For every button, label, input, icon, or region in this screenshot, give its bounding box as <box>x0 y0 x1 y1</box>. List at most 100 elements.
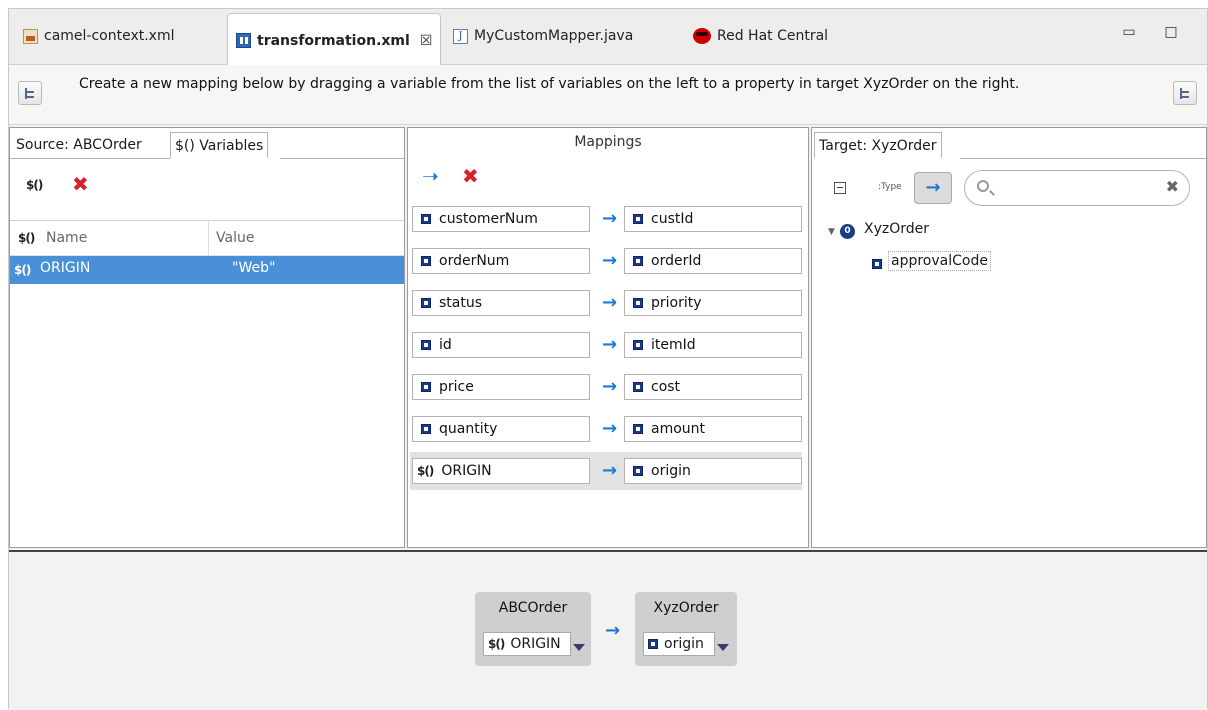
maximize-icon[interactable]: □ <box>1163 25 1179 41</box>
chevron-down-icon[interactable] <box>573 644 585 651</box>
property-icon <box>633 340 643 350</box>
mapping-source-field[interactable]: orderNum <box>412 248 590 274</box>
minimize-icon[interactable]: ▭ <box>1121 25 1137 41</box>
property-icon <box>633 214 643 224</box>
mapping-arrow-icon: → <box>602 208 618 229</box>
xml-file-icon <box>23 28 38 44</box>
mapping-target-field[interactable]: itemId <box>624 332 802 358</box>
source-field-select[interactable]: $() ORIGIN <box>483 632 571 656</box>
mapping-row[interactable]: customerNum → custId <box>410 200 802 238</box>
mapping-target-field[interactable]: orderId <box>624 248 802 274</box>
mapping-target-label: priority <box>651 295 702 311</box>
mapping-source-field[interactable]: quantity <box>412 416 590 442</box>
mapping-row[interactable]: quantity → amount <box>410 410 802 448</box>
collapse-all-icon[interactable] <box>834 182 846 194</box>
mappings-title: Mappings <box>574 134 642 150</box>
close-tab-icon[interactable]: ☒ <box>420 33 433 49</box>
variable-icon: $() <box>417 464 434 478</box>
delete-mapping-icon[interactable]: ✖ <box>462 166 479 186</box>
variable-icon: $() <box>18 231 35 245</box>
mapping-target-field[interactable]: priority <box>624 290 802 316</box>
mapping-row[interactable]: orderNum → orderId <box>410 242 802 280</box>
property-icon <box>648 639 658 649</box>
tab-label: transformation.xml <box>257 32 410 49</box>
mapping-source-field[interactable]: status <box>412 290 590 316</box>
variables-table-header: $() Name Value <box>10 220 404 257</box>
target-field-select[interactable]: origin <box>643 632 715 656</box>
editor-window: camel-context.xml transformation.xml ☒ J… <box>8 8 1208 710</box>
class-icon: 0 <box>840 224 855 239</box>
mapping-target-label: orderId <box>651 253 702 269</box>
mapping-source-field[interactable]: id <box>412 332 590 358</box>
property-icon <box>633 256 643 266</box>
mapping-arrow-icon: → <box>605 620 621 641</box>
mapping-target-field[interactable]: origin <box>624 458 802 484</box>
mapping-target-label: amount <box>651 421 706 437</box>
mapped-filter-toggle[interactable]: → <box>914 172 952 204</box>
mapping-source-field[interactable]: customerNum <box>412 206 590 232</box>
mapping-target-field[interactable]: custId <box>624 206 802 232</box>
mapping-target-field[interactable]: amount <box>624 416 802 442</box>
tree-icon <box>25 87 35 99</box>
variable-name: ORIGIN <box>40 260 91 276</box>
tab-divider <box>280 158 404 159</box>
tab-divider <box>10 158 170 159</box>
tab-transformation[interactable]: transformation.xml ☒ <box>227 13 442 65</box>
redhat-icon <box>693 28 711 44</box>
column-name[interactable]: Name <box>46 230 87 246</box>
tab-label: Red Hat Central <box>717 28 829 44</box>
instruction-bar: Create a new mapping below by dragging a… <box>9 65 1207 125</box>
add-mapping-icon[interactable]: ➝ <box>422 166 439 186</box>
show-source-panel-button[interactable] <box>18 81 42 105</box>
tab-redhat-central[interactable]: Red Hat Central <box>685 19 836 53</box>
tree-icon <box>1180 87 1190 99</box>
property-icon <box>421 424 431 434</box>
expand-icon[interactable]: ▼ <box>828 227 835 237</box>
tree-item-approvalcode[interactable]: approvalCode <box>888 251 991 271</box>
mapping-arrow-icon: → <box>602 250 618 271</box>
tab-target-xyzorder[interactable]: Target: XyzOrder <box>814 132 942 158</box>
show-target-panel-button[interactable] <box>1173 81 1197 105</box>
add-variable-icon[interactable]: $() <box>26 178 43 192</box>
source-panel: Source: ABCOrder $() Variables $() ✖ $()… <box>9 127 405 548</box>
mapping-arrow-icon: → <box>602 292 618 313</box>
show-type-icon[interactable]: :Type <box>878 182 902 192</box>
mapping-row[interactable]: id → itemId <box>410 326 802 364</box>
mapping-row[interactable]: price → cost <box>410 368 802 406</box>
instruction-text: Create a new mapping below by dragging a… <box>79 76 1020 92</box>
tab-divider <box>960 158 1206 159</box>
mappings-panel: Mappings ➝ ✖ customerNum → custId orderNum →… <box>407 127 809 548</box>
mapping-source-label: price <box>439 379 474 395</box>
mapping-target-label: cost <box>651 379 681 395</box>
chevron-down-icon[interactable] <box>717 644 729 651</box>
mapping-source-field[interactable]: price <box>412 374 590 400</box>
property-icon <box>633 298 643 308</box>
editor-tab-bar: camel-context.xml transformation.xml ☒ J… <box>9 9 1207 65</box>
tab-source-abcorder[interactable]: Source: ABCOrder <box>12 132 146 158</box>
mapping-target-field[interactable]: cost <box>624 374 802 400</box>
search-icon-handle <box>989 190 995 196</box>
mapping-source-field[interactable]: $() ORIGIN <box>412 458 590 484</box>
tree-root-xyzorder[interactable]: XyzOrder <box>864 221 929 237</box>
table-row[interactable]: $() ORIGIN "Web" <box>10 256 404 284</box>
mapping-row[interactable]: status → priority <box>410 284 802 322</box>
mapping-source-label: orderNum <box>439 253 510 269</box>
mapping-arrow-icon: → <box>602 460 618 481</box>
delete-variable-icon[interactable]: ✖ <box>72 174 89 194</box>
clear-search-icon[interactable]: ✖ <box>1166 177 1179 196</box>
collapse-line <box>837 187 843 188</box>
search-input[interactable] <box>1001 177 1151 199</box>
mapping-target-label: custId <box>651 211 694 227</box>
property-icon <box>633 424 643 434</box>
mapped-arrow-icon: → <box>925 177 941 198</box>
tab-variables[interactable]: $() Variables <box>170 132 269 158</box>
variable-icon: $() <box>488 637 505 651</box>
mapping-details: ABCOrder $() ORIGIN → XyzOrder origin <box>9 550 1207 710</box>
column-value[interactable]: Value <box>216 230 254 246</box>
mapping-target-label: origin <box>651 463 691 479</box>
mapping-row[interactable]: $() ORIGIN → origin <box>410 452 802 490</box>
tab-camel-context[interactable]: camel-context.xml <box>15 19 183 53</box>
tab-mycustommapper[interactable]: J MyCustomMapper.java <box>445 19 641 53</box>
property-icon <box>421 298 431 308</box>
property-icon <box>421 382 431 392</box>
